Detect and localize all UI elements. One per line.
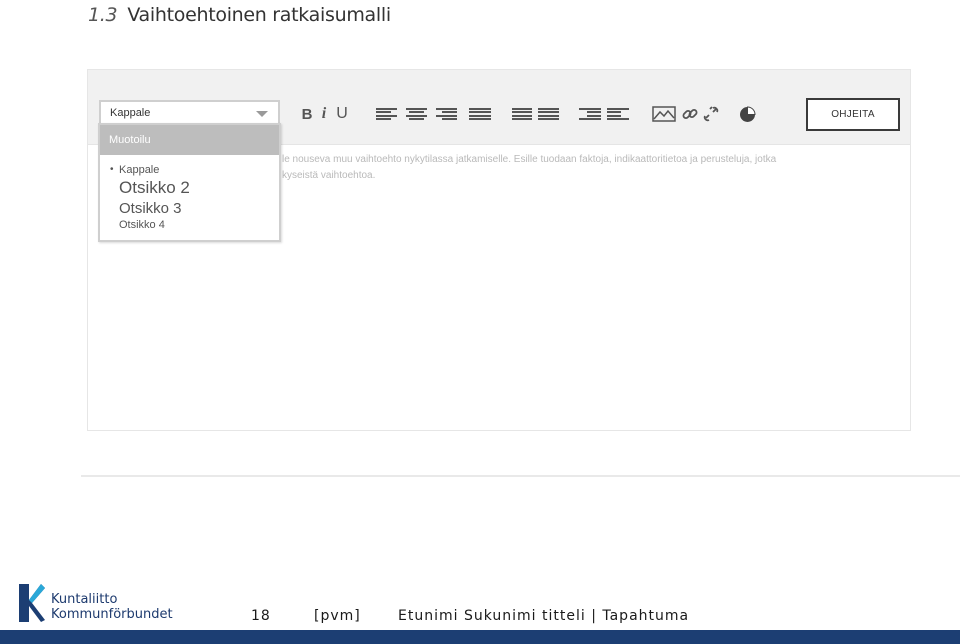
align-left-icon	[376, 107, 397, 121]
section-title: Vaihtoehtoinen ratkaisumalli	[127, 4, 391, 26]
bullet-list-icon	[512, 107, 532, 121]
logo-line-2: Kommunförbundet	[51, 607, 173, 622]
section-number: 1.3	[88, 4, 118, 26]
justify-button[interactable]	[469, 106, 491, 122]
logo-mark-icon	[19, 584, 45, 622]
justify-icon	[469, 107, 491, 121]
align-center-button[interactable]	[406, 106, 427, 122]
format-select-value: Kappale	[110, 107, 151, 119]
dropdown-header: Muotoilu	[100, 125, 279, 155]
align-left-button[interactable]	[376, 106, 397, 122]
align-right-button[interactable]	[436, 106, 457, 122]
outdent-button[interactable]	[579, 106, 601, 122]
numbered-list-button[interactable]	[538, 106, 559, 122]
insert-image-button[interactable]	[652, 106, 676, 122]
dropdown-item-otsikko-2[interactable]: Otsikko 2	[119, 178, 190, 198]
pie-chart-icon	[740, 105, 756, 122]
placeholder-line-1: le nouseva muu vaihtoehto nykytilassa ja…	[282, 154, 777, 165]
format-dropdown-menu: Muotoilu • Kappale Otsikko 2 Otsikko 3 O…	[98, 123, 281, 242]
outdent-icon	[579, 107, 601, 121]
placeholder-line-2: kyseistä vaihtoehtoa.	[282, 170, 376, 181]
section-heading: 1.3 Vaihtoehtoinen ratkaisumalli	[88, 4, 391, 26]
insert-chart-button[interactable]	[739, 105, 756, 122]
image-icon	[652, 106, 676, 122]
bullet-list-button[interactable]	[512, 106, 532, 122]
link-icon	[682, 109, 698, 119]
kuntaliitto-logo: Kuntaliitto Kommunförbundet	[17, 580, 187, 624]
unlink-icon	[703, 106, 719, 122]
remove-link-button[interactable]	[703, 106, 719, 122]
footer-author: Etunimi Sukunimi titteli | Tapahtuma	[398, 608, 690, 624]
dropdown-item-otsikko-4[interactable]: Otsikko 4	[119, 219, 165, 231]
footer-brand-bar	[0, 630, 960, 644]
numbered-list-icon	[538, 107, 559, 121]
indent-icon	[607, 107, 629, 121]
underline-button[interactable]: U	[335, 105, 349, 122]
chevron-down-icon	[256, 111, 268, 117]
editor-placeholder[interactable]: le nouseva muu vaihtoehto nykytilassa ja…	[282, 152, 892, 184]
insert-link-button[interactable]	[682, 106, 698, 122]
align-center-icon	[406, 107, 427, 121]
selected-bullet-icon: •	[110, 164, 114, 175]
italic-button[interactable]: i	[318, 105, 330, 122]
page-divider	[81, 475, 960, 477]
dropdown-item-otsikko-3[interactable]: Otsikko 3	[119, 200, 182, 217]
page-number: 18	[251, 608, 271, 624]
indent-button[interactable]	[607, 106, 629, 122]
logo-line-1: Kuntaliitto	[51, 592, 118, 607]
help-button[interactable]: OHJEITA	[806, 98, 900, 131]
dropdown-item-kappale[interactable]: Kappale	[119, 164, 159, 176]
align-right-icon	[436, 107, 457, 121]
footer-date: [pvm]	[314, 608, 361, 624]
bold-button[interactable]: B	[300, 106, 314, 123]
